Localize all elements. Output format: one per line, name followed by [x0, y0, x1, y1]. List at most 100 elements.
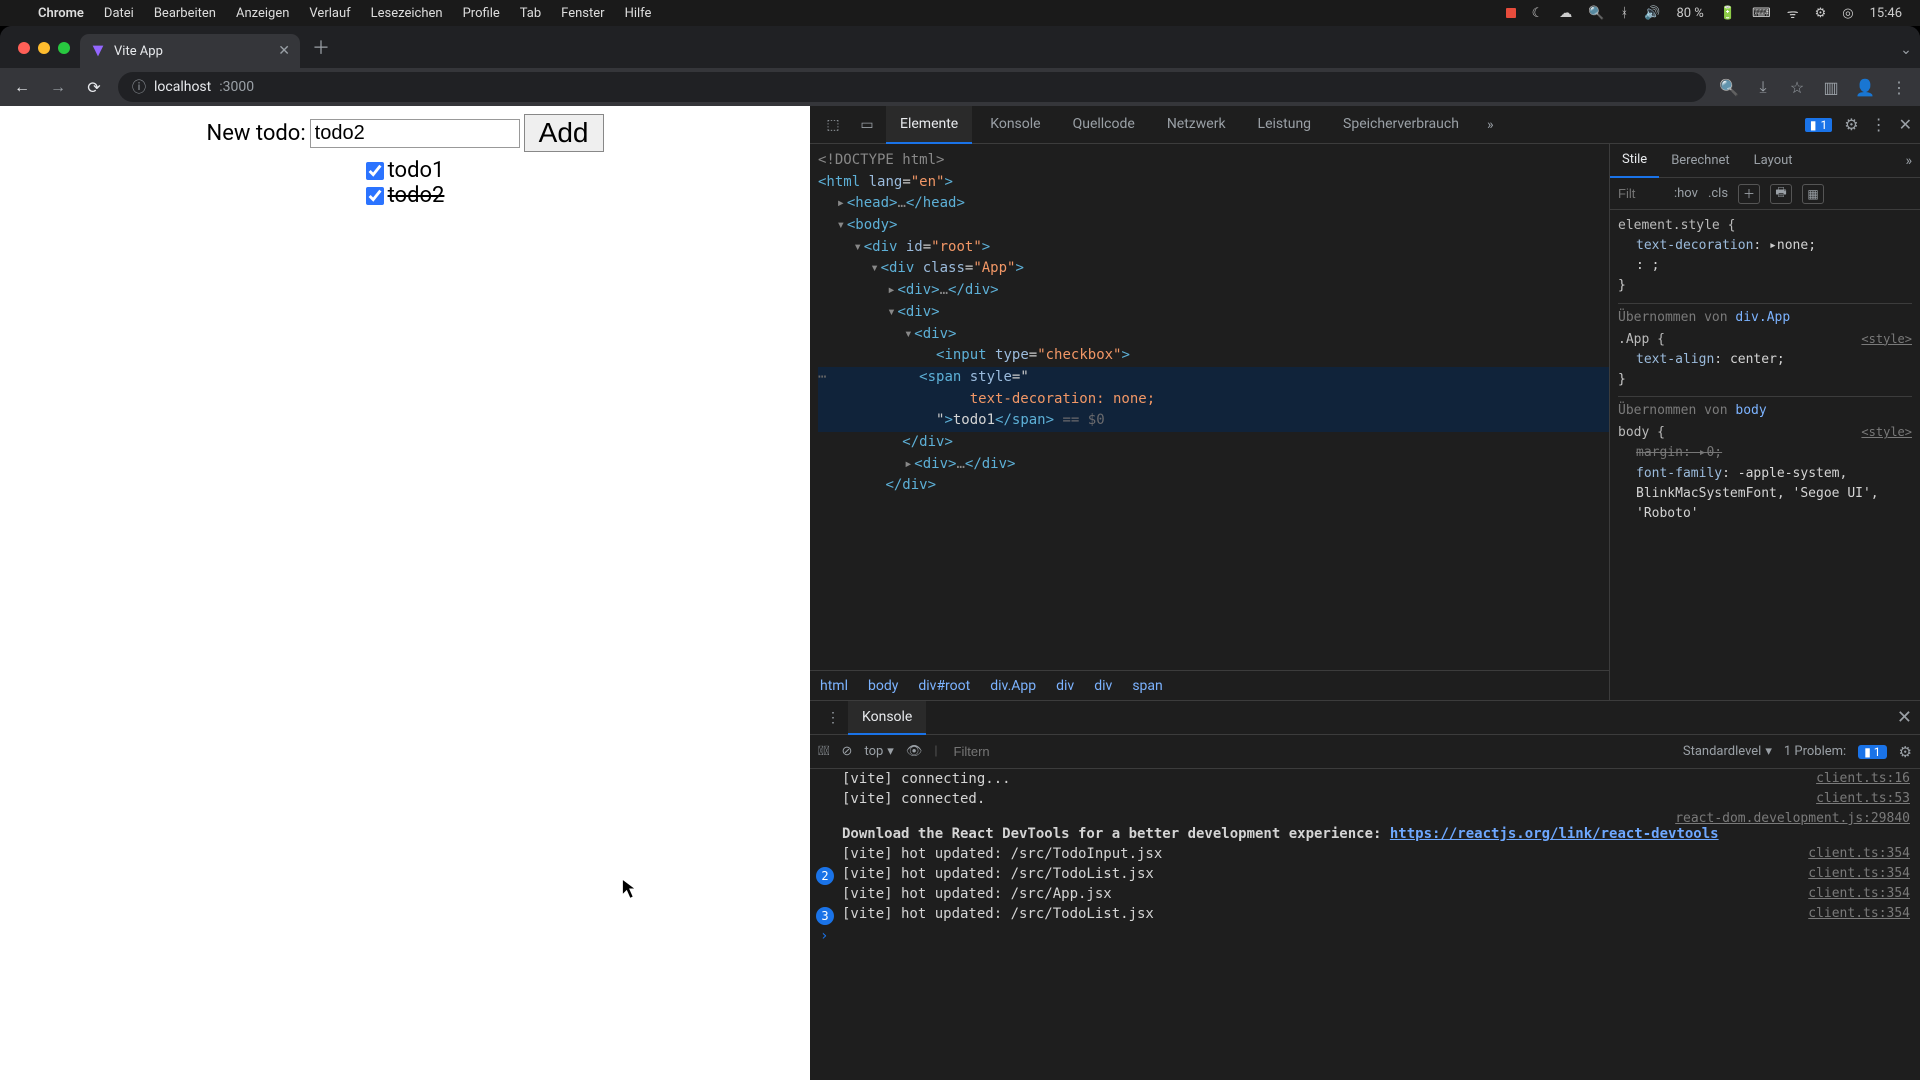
menu-lesezeichen[interactable]: Lesezeichen: [361, 6, 453, 21]
wifi-icon[interactable]: ᯤ: [1787, 4, 1799, 22]
drawer-close-icon[interactable]: ✕: [1897, 707, 1912, 728]
issues-badge[interactable]: ▮ 1: [1805, 118, 1832, 132]
tab-quellcode[interactable]: Quellcode: [1059, 106, 1149, 144]
devtools-menu-icon[interactable]: ⋮: [1871, 115, 1887, 134]
crumb-body[interactable]: body: [868, 678, 898, 694]
install-app-icon[interactable]: ⤓: [1752, 76, 1774, 98]
react-devtools-link[interactable]: https://reactjs.org/link/react-devtools: [1390, 826, 1719, 842]
mouse-cursor-icon: [621, 878, 639, 902]
styles-tab-stile[interactable]: Stile: [1610, 144, 1659, 178]
window-close-icon[interactable]: [18, 42, 30, 54]
control-center-icon[interactable]: ⚙︎: [1815, 6, 1827, 21]
console-output[interactable]: [vite] connecting...client.ts:16 [vite] …: [810, 769, 1920, 1080]
window-minimize-icon[interactable]: [38, 42, 50, 54]
cls-toggle[interactable]: .cls: [1708, 186, 1728, 201]
chrome-tabstrip: Vite App ✕ ＋ ⌄: [0, 26, 1920, 68]
url-bar[interactable]: ⓘ localhost:3000: [118, 72, 1706, 102]
tab-konsole[interactable]: Konsole: [976, 106, 1054, 144]
problems-label: 1 Problem:: [1784, 744, 1846, 759]
inspect-picker-icon[interactable]: ⬚: [818, 110, 848, 140]
todo-checkbox[interactable]: [366, 162, 384, 180]
styles-tab-layout[interactable]: Layout: [1742, 144, 1805, 178]
new-todo-input[interactable]: [310, 119, 520, 148]
url-path: :3000: [219, 79, 254, 95]
page-viewport: New todo: Add todo1 todo2: [0, 106, 810, 1080]
battery-icon[interactable]: 🔋: [1720, 6, 1736, 21]
tab-close-icon[interactable]: ✕: [278, 43, 290, 59]
volume-icon[interactable]: 🔊: [1644, 6, 1660, 21]
reload-button[interactable]: ⟳: [82, 75, 106, 99]
dom-tree[interactable]: <!DOCTYPE html> <html lang="en"> ▸<head>…: [810, 144, 1609, 670]
menu-verlauf[interactable]: Verlauf: [299, 6, 360, 21]
console-level-select[interactable]: Standardlevel ▾: [1683, 744, 1772, 759]
forward-button[interactable]: →: [46, 75, 70, 99]
bookmark-star-icon[interactable]: ☆: [1786, 76, 1808, 98]
tabs-overflow-icon[interactable]: »: [1477, 117, 1504, 133]
todo-item: todo1: [0, 158, 810, 183]
tab-netzwerk[interactable]: Netzwerk: [1153, 106, 1240, 144]
styles-tab-berechnet[interactable]: Berechnet: [1659, 144, 1741, 178]
crumb-span[interactable]: span: [1132, 678, 1162, 694]
devtools-close-icon[interactable]: ✕: [1899, 115, 1912, 134]
profile-avatar-icon[interactable]: 👤: [1854, 76, 1876, 98]
menu-hilfe[interactable]: Hilfe: [615, 6, 662, 21]
new-tab-button[interactable]: ＋: [300, 34, 342, 68]
spotlight-icon[interactable]: 🔍: [1588, 6, 1604, 21]
console-clear-icon[interactable]: ⊘: [842, 744, 853, 759]
hov-toggle[interactable]: :hov: [1674, 186, 1698, 201]
console-sidebar-icon[interactable]: ▶⃞: [818, 744, 830, 759]
tab-elemente[interactable]: Elemente: [886, 106, 972, 144]
todo-checkbox[interactable]: [366, 187, 384, 205]
tab-leistung[interactable]: Leistung: [1244, 106, 1325, 144]
crumb-html[interactable]: html: [820, 678, 848, 694]
omnibox-search-icon[interactable]: 🔍: [1718, 76, 1740, 98]
crumb-root[interactable]: div#root: [918, 678, 970, 694]
crumb-div1[interactable]: div: [1056, 678, 1074, 694]
todo-item: todo2: [0, 183, 810, 208]
print-icon[interactable]: 🖶: [1770, 184, 1792, 204]
moon-icon[interactable]: ☾: [1532, 6, 1544, 21]
menu-fenster[interactable]: Fenster: [551, 6, 614, 21]
menu-tab[interactable]: Tab: [510, 6, 551, 21]
macos-menubar: Chrome Datei Bearbeiten Anzeigen Verlauf…: [0, 0, 1920, 26]
crumb-div2[interactable]: div: [1094, 678, 1112, 694]
console-eye-icon[interactable]: 👁: [906, 744, 923, 759]
styles-filter-input[interactable]: [1618, 186, 1664, 201]
battery-text: 80 %: [1676, 6, 1703, 21]
tab-speicher[interactable]: Speicherverbrauch: [1329, 106, 1473, 144]
keyboard-icon[interactable]: ⌨︎: [1752, 6, 1771, 21]
clock[interactable]: 15:46: [1870, 6, 1902, 21]
drawer-tab-konsole[interactable]: Konsole: [848, 701, 926, 735]
menubar-app[interactable]: Chrome: [28, 6, 94, 21]
problems-badge[interactable]: ▮ 1: [1858, 745, 1886, 759]
menu-profile[interactable]: Profile: [453, 6, 510, 21]
console-settings-icon[interactable]: ⚙: [1899, 743, 1912, 761]
menu-datei[interactable]: Datei: [94, 6, 144, 21]
chrome-menu-icon[interactable]: ⋮: [1888, 76, 1910, 98]
device-toggle-icon[interactable]: ▭: [852, 110, 882, 140]
flex-icon[interactable]: ▦: [1802, 184, 1824, 204]
console-filter-input[interactable]: [950, 740, 1671, 763]
menu-anzeigen[interactable]: Anzeigen: [226, 6, 299, 21]
drawer-menu-icon[interactable]: ⋮: [818, 710, 848, 726]
elementstyle-selector[interactable]: element.style {: [1618, 218, 1735, 233]
back-button[interactable]: ←: [10, 75, 34, 99]
site-info-icon[interactable]: ⓘ: [132, 77, 146, 97]
browser-tab[interactable]: Vite App ✕: [80, 34, 300, 68]
siri-icon[interactable]: ◎: [1842, 6, 1853, 21]
sidepanel-icon[interactable]: ▥: [1820, 76, 1842, 98]
settings-gear-icon[interactable]: ⚙: [1844, 115, 1858, 134]
window-zoom-icon[interactable]: [58, 42, 70, 54]
console-context-select[interactable]: top ▾: [864, 744, 893, 759]
styles-overflow-icon[interactable]: »: [1897, 153, 1920, 169]
chrome-toolbar: ← → ⟳ ⓘ localhost:3000 🔍 ⤓ ☆ ▥ 👤 ⋮: [0, 68, 1920, 106]
log-count-badge: 3: [816, 907, 834, 925]
tabs-overflow-icon[interactable]: ⌄: [1892, 42, 1920, 68]
add-button[interactable]: Add: [524, 114, 604, 152]
new-style-rule-icon[interactable]: ＋: [1738, 184, 1760, 204]
bluetooth-icon[interactable]: ᚼ: [1620, 6, 1628, 21]
cloud-icon[interactable]: ☁︎: [1559, 6, 1572, 21]
menu-bearbeiten[interactable]: Bearbeiten: [144, 6, 226, 21]
crumb-app[interactable]: div.App: [990, 678, 1036, 694]
console-prompt[interactable]: ›: [810, 924, 1920, 948]
